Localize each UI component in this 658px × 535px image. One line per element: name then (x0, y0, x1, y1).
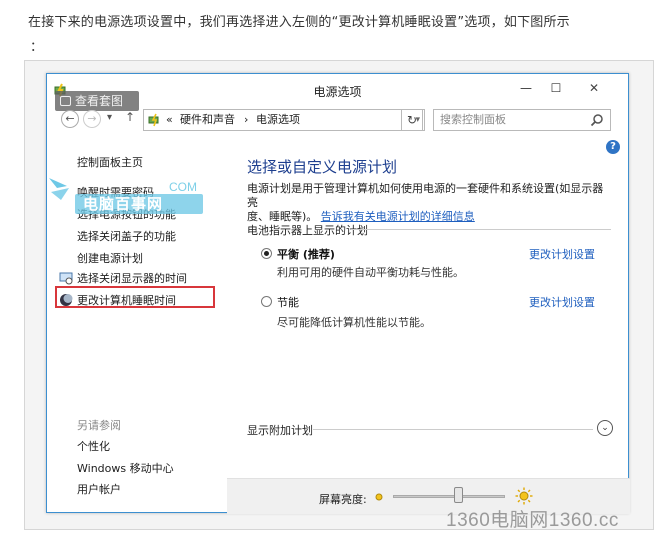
search-input[interactable] (440, 113, 580, 126)
breadcrumb-prefix: « (166, 113, 173, 126)
brightness-slider-thumb[interactable] (453, 487, 463, 503)
plan-group-label: 电池指示器上显示的计划 (247, 224, 368, 237)
back-button[interactable]: ← (61, 110, 79, 128)
forward-button[interactable]: → (83, 110, 101, 128)
page-title: 选择或自定义电源计划 (247, 158, 398, 176)
refresh-button[interactable]: ↻ (401, 109, 423, 131)
power-saver-radio[interactable] (261, 296, 272, 307)
close-button[interactable]: ✕ (575, 79, 613, 97)
article-colon: ： (30, 40, 44, 55)
power-options-window: 电源选项 — ☐ ✕ 查看套图 ← → ▾ ↑ « 硬件和声音 › 电源选项 ▾… (46, 73, 630, 514)
gallery-icon (60, 96, 71, 106)
bright-sun-icon (515, 487, 533, 505)
sidebar-item-power-button[interactable]: 选择电源按钮的功能 (77, 206, 176, 222)
main-panel: ? 选择或自定义电源计划 电源计划是用于管理计算机如何使用电源的一套硬件和系统设… (227, 134, 630, 514)
balanced-plan-desc: 利用可用的硬件自动平衡功耗与性能。 (277, 266, 464, 279)
search-box (433, 109, 611, 131)
expand-chevron-icon[interactable]: ⌄ (597, 420, 613, 436)
see-also-personalization[interactable]: 个性化 (77, 438, 110, 454)
brightness-label: 屏幕亮度: (319, 493, 367, 506)
page-description: 电源计划是用于管理计算机如何使用电源的一套硬件和系统设置(如显示器亮 度、睡眠等… (247, 182, 607, 224)
breadcrumb-separator: › (244, 113, 249, 126)
sidebar-item-lid-close[interactable]: 选择关闭盖子的功能 (77, 228, 176, 244)
maximize-button[interactable]: ☐ (543, 79, 569, 97)
see-also-title: 另请参阅 (77, 419, 121, 432)
balanced-plan-name[interactable]: 平衡 (推荐) (277, 246, 335, 262)
control-panel-icon (148, 113, 159, 127)
see-also-user-accounts[interactable]: 用户帐户 (77, 481, 121, 497)
titlebar: 电源选项 — ☐ ✕ 查看套图 (47, 74, 628, 111)
balanced-change-settings-link[interactable]: 更改计划设置 (529, 246, 595, 262)
sidebar: 控制面板主页 唤醒时需要密码 选择电源按钮的功能 选择关闭盖子的功能 创建电源计… (47, 134, 227, 514)
sidebar-item-display-off[interactable]: 选择关闭显示器的时间 (77, 270, 187, 286)
power-saver-plan-desc: 尽可能降低计算机性能以节能。 (277, 316, 431, 329)
view-gallery-label: 查看套图 (75, 94, 124, 108)
breadcrumb[interactable]: « 硬件和声音 › 电源选项 ▾ (143, 109, 425, 131)
site-watermark-text: 1360电脑网1360.cc (446, 510, 619, 531)
breadcrumb-power-options[interactable]: 电源选项 (256, 110, 300, 130)
power-saver-change-settings-link[interactable]: 更改计划设置 (529, 294, 595, 310)
description-line-1: 电源计划是用于管理计算机如何使用电源的一套硬件和系统设置(如显示器亮 (247, 182, 604, 209)
address-bar: ← → ▾ ↑ « 硬件和声音 › 电源选项 ▾ ↻ (47, 108, 628, 134)
sidebar-item-wake-password[interactable]: 唤醒时需要密码 (77, 184, 154, 200)
additional-plans-divider (313, 429, 593, 430)
see-also-mobility-center[interactable]: Windows 移动中心 (77, 460, 174, 476)
sidebar-item-create-plan[interactable]: 创建电源计划 (77, 250, 143, 266)
show-additional-plans-label[interactable]: 显示附加计划 (247, 422, 313, 438)
dim-sun-icon (375, 493, 383, 501)
breadcrumb-hardware-sound[interactable]: 硬件和声音 (180, 110, 235, 130)
help-icon[interactable]: ? (606, 140, 620, 154)
sidebar-home-link[interactable]: 控制面板主页 (77, 154, 143, 170)
power-saver-plan-name[interactable]: 节能 (277, 294, 299, 310)
selection-highlight-box (55, 286, 215, 308)
up-button[interactable]: ↑ (125, 110, 135, 124)
brightness-slider-track[interactable] (393, 495, 505, 498)
balanced-plan-radio[interactable] (261, 248, 272, 259)
minimize-button[interactable]: — (513, 79, 539, 97)
plan-group-divider (351, 229, 611, 230)
recent-pages-dropdown[interactable]: ▾ (107, 112, 112, 123)
article-paragraph: 在接下来的电源选项设置中，我们再选择进入左侧的“更改计算机睡眠设置”选项，如下图… (28, 15, 570, 30)
monitor-icon (59, 272, 73, 285)
search-icon[interactable] (590, 113, 604, 127)
